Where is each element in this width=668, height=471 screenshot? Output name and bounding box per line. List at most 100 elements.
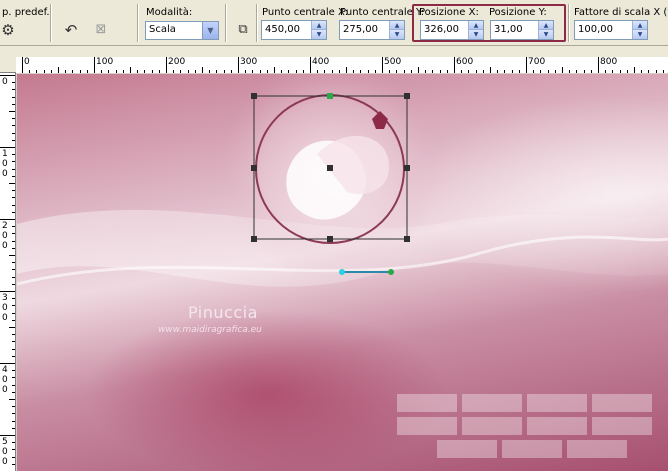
separator (568, 4, 570, 42)
scale-x-value: 100,00 (578, 24, 613, 35)
ruler-tick (216, 70, 218, 73)
ruler-tick (12, 247, 15, 249)
ruler-tick (281, 70, 283, 73)
ruler-tick (590, 70, 592, 73)
spin-up-icon[interactable]: ▲ (538, 21, 553, 30)
ruler-label: 300 (240, 57, 258, 67)
vertical-ruler[interactable]: 0 1 0 0 2 0 0 3 0 0 4 0 0 5 0 0 (0, 73, 16, 471)
ruler-tick (86, 70, 88, 73)
ruler-tick (108, 70, 110, 73)
ruler-label: 800 (600, 57, 618, 67)
ruler-tick (324, 70, 326, 73)
ruler-tick (58, 67, 59, 73)
spin-down-icon[interactable]: ▼ (468, 30, 483, 39)
pos-y-input[interactable]: 31,00 ▲ ▼ (490, 20, 554, 40)
ruler-tick (432, 70, 434, 73)
center-handle (327, 165, 333, 171)
ruler-tick (0, 291, 15, 292)
ruler-tick (655, 70, 657, 73)
ruler-tick (382, 57, 383, 73)
ruler-tick (22, 57, 23, 73)
spin-up-icon[interactable]: ▲ (632, 21, 647, 30)
ruler-tick (274, 67, 275, 73)
spin-down-icon[interactable]: ▼ (389, 30, 404, 39)
pos-x-input[interactable]: 326,00 ▲ ▼ (420, 20, 484, 40)
ruler-label: 0 (2, 77, 8, 87)
ruler-tick (12, 348, 15, 350)
resize-handle (251, 93, 257, 99)
resize-handle (404, 236, 410, 242)
ruler-tick (425, 70, 427, 73)
deform-reset-icon[interactable]: ⊠ (90, 19, 112, 41)
ruler-tick (331, 70, 333, 73)
ruler-tick (12, 334, 15, 336)
ruler-tick (403, 70, 405, 73)
ruler-tick (12, 118, 15, 120)
pos-x-group: Posizione X: 326,00 ▲ ▼ (418, 0, 488, 46)
resize-handle (327, 93, 333, 99)
ruler-tick (346, 67, 347, 73)
ruler-label: 200 (168, 57, 186, 67)
preset-dropdown-icon[interactable]: ⚙ (0, 19, 16, 41)
spin-up-icon[interactable]: ▲ (389, 21, 404, 30)
ruler-tick (12, 312, 15, 314)
ruler-label: 400 (312, 57, 330, 67)
pos-x-value: 326,00 (424, 24, 459, 35)
mode-select[interactable]: Scala ▼ (145, 21, 219, 40)
ruler-tick (12, 161, 15, 163)
center-y-input[interactable]: 275,00 ▲ ▼ (339, 20, 405, 40)
scale-x-group: Fattore di scala X (%): 100,00 ▲▼ (572, 0, 668, 46)
ruler-tick (12, 125, 15, 127)
ruler-tick (317, 70, 319, 73)
transform-object-icon[interactable]: ⧉ (232, 19, 254, 41)
spin-up-icon[interactable]: ▲ (468, 21, 483, 30)
ruler-tick (12, 269, 15, 271)
ruler-tick (266, 70, 268, 73)
ruler-tick (0, 363, 15, 364)
tool-options-bar: p. predef.: ⚙ ↶ ⊠ Modalità: Scala ▼ ⧉ Pu… (0, 0, 668, 46)
ruler-tick (12, 413, 15, 415)
ruler-tick (12, 355, 15, 357)
ruler-tick (12, 427, 15, 429)
center-y-group: Punto centrale Y: 275,00 ▲ ▼ (338, 0, 424, 46)
horizontal-ruler-scale: 0 100 200 300 400 500 600 700 800 (16, 57, 668, 73)
ruler-label: 4 0 0 (2, 365, 8, 395)
ruler-tick (360, 70, 362, 73)
mode-value: Scala (149, 24, 176, 35)
spin-down-icon[interactable]: ▼ (632, 30, 647, 39)
ruler-tick (158, 70, 160, 73)
ruler-tick (245, 70, 247, 73)
image-canvas[interactable]: Pinuccia www.maidiragrafica.eu (17, 74, 668, 471)
spin-up-icon[interactable]: ▲ (311, 21, 326, 30)
ruler-tick (418, 67, 419, 73)
ruler-tick (468, 70, 470, 73)
ruler-tick (288, 70, 290, 73)
ruler-tick (36, 70, 38, 73)
ruler-tick (482, 70, 484, 73)
chevron-down-icon[interactable]: ▼ (202, 22, 218, 39)
resize-handle (251, 236, 257, 242)
ruler-tick (396, 70, 398, 73)
ruler-label: 600 (456, 57, 474, 67)
ruler-tick (497, 70, 499, 73)
ruler-tick (12, 190, 15, 192)
scale-x-input[interactable]: 100,00 ▲ ▼ (574, 20, 648, 40)
center-x-input[interactable]: 450,00 ▲ ▼ (261, 20, 327, 40)
ruler-tick (576, 70, 578, 73)
ruler-tick (12, 96, 15, 98)
reset-rotate-icon[interactable]: ↶ (60, 19, 82, 41)
ruler-tick (166, 57, 167, 73)
spin-down-icon[interactable]: ▼ (538, 30, 553, 39)
spin-down-icon[interactable]: ▼ (311, 30, 326, 39)
horizontal-ruler[interactable]: 0 100 200 300 400 500 600 700 800 (0, 46, 668, 73)
pos-x-label: Posizione X: (419, 7, 479, 18)
ruler-tick (9, 111, 15, 112)
resize-handle (404, 165, 410, 171)
ruler-tick (101, 70, 103, 73)
pos-y-value: 31,00 (494, 24, 523, 35)
ruler-tick (353, 70, 355, 73)
ruler-tick (662, 70, 664, 73)
watermark-url: www.maidiragrafica.eu (158, 325, 262, 335)
ruler-tick (12, 406, 15, 408)
separator (50, 4, 52, 42)
